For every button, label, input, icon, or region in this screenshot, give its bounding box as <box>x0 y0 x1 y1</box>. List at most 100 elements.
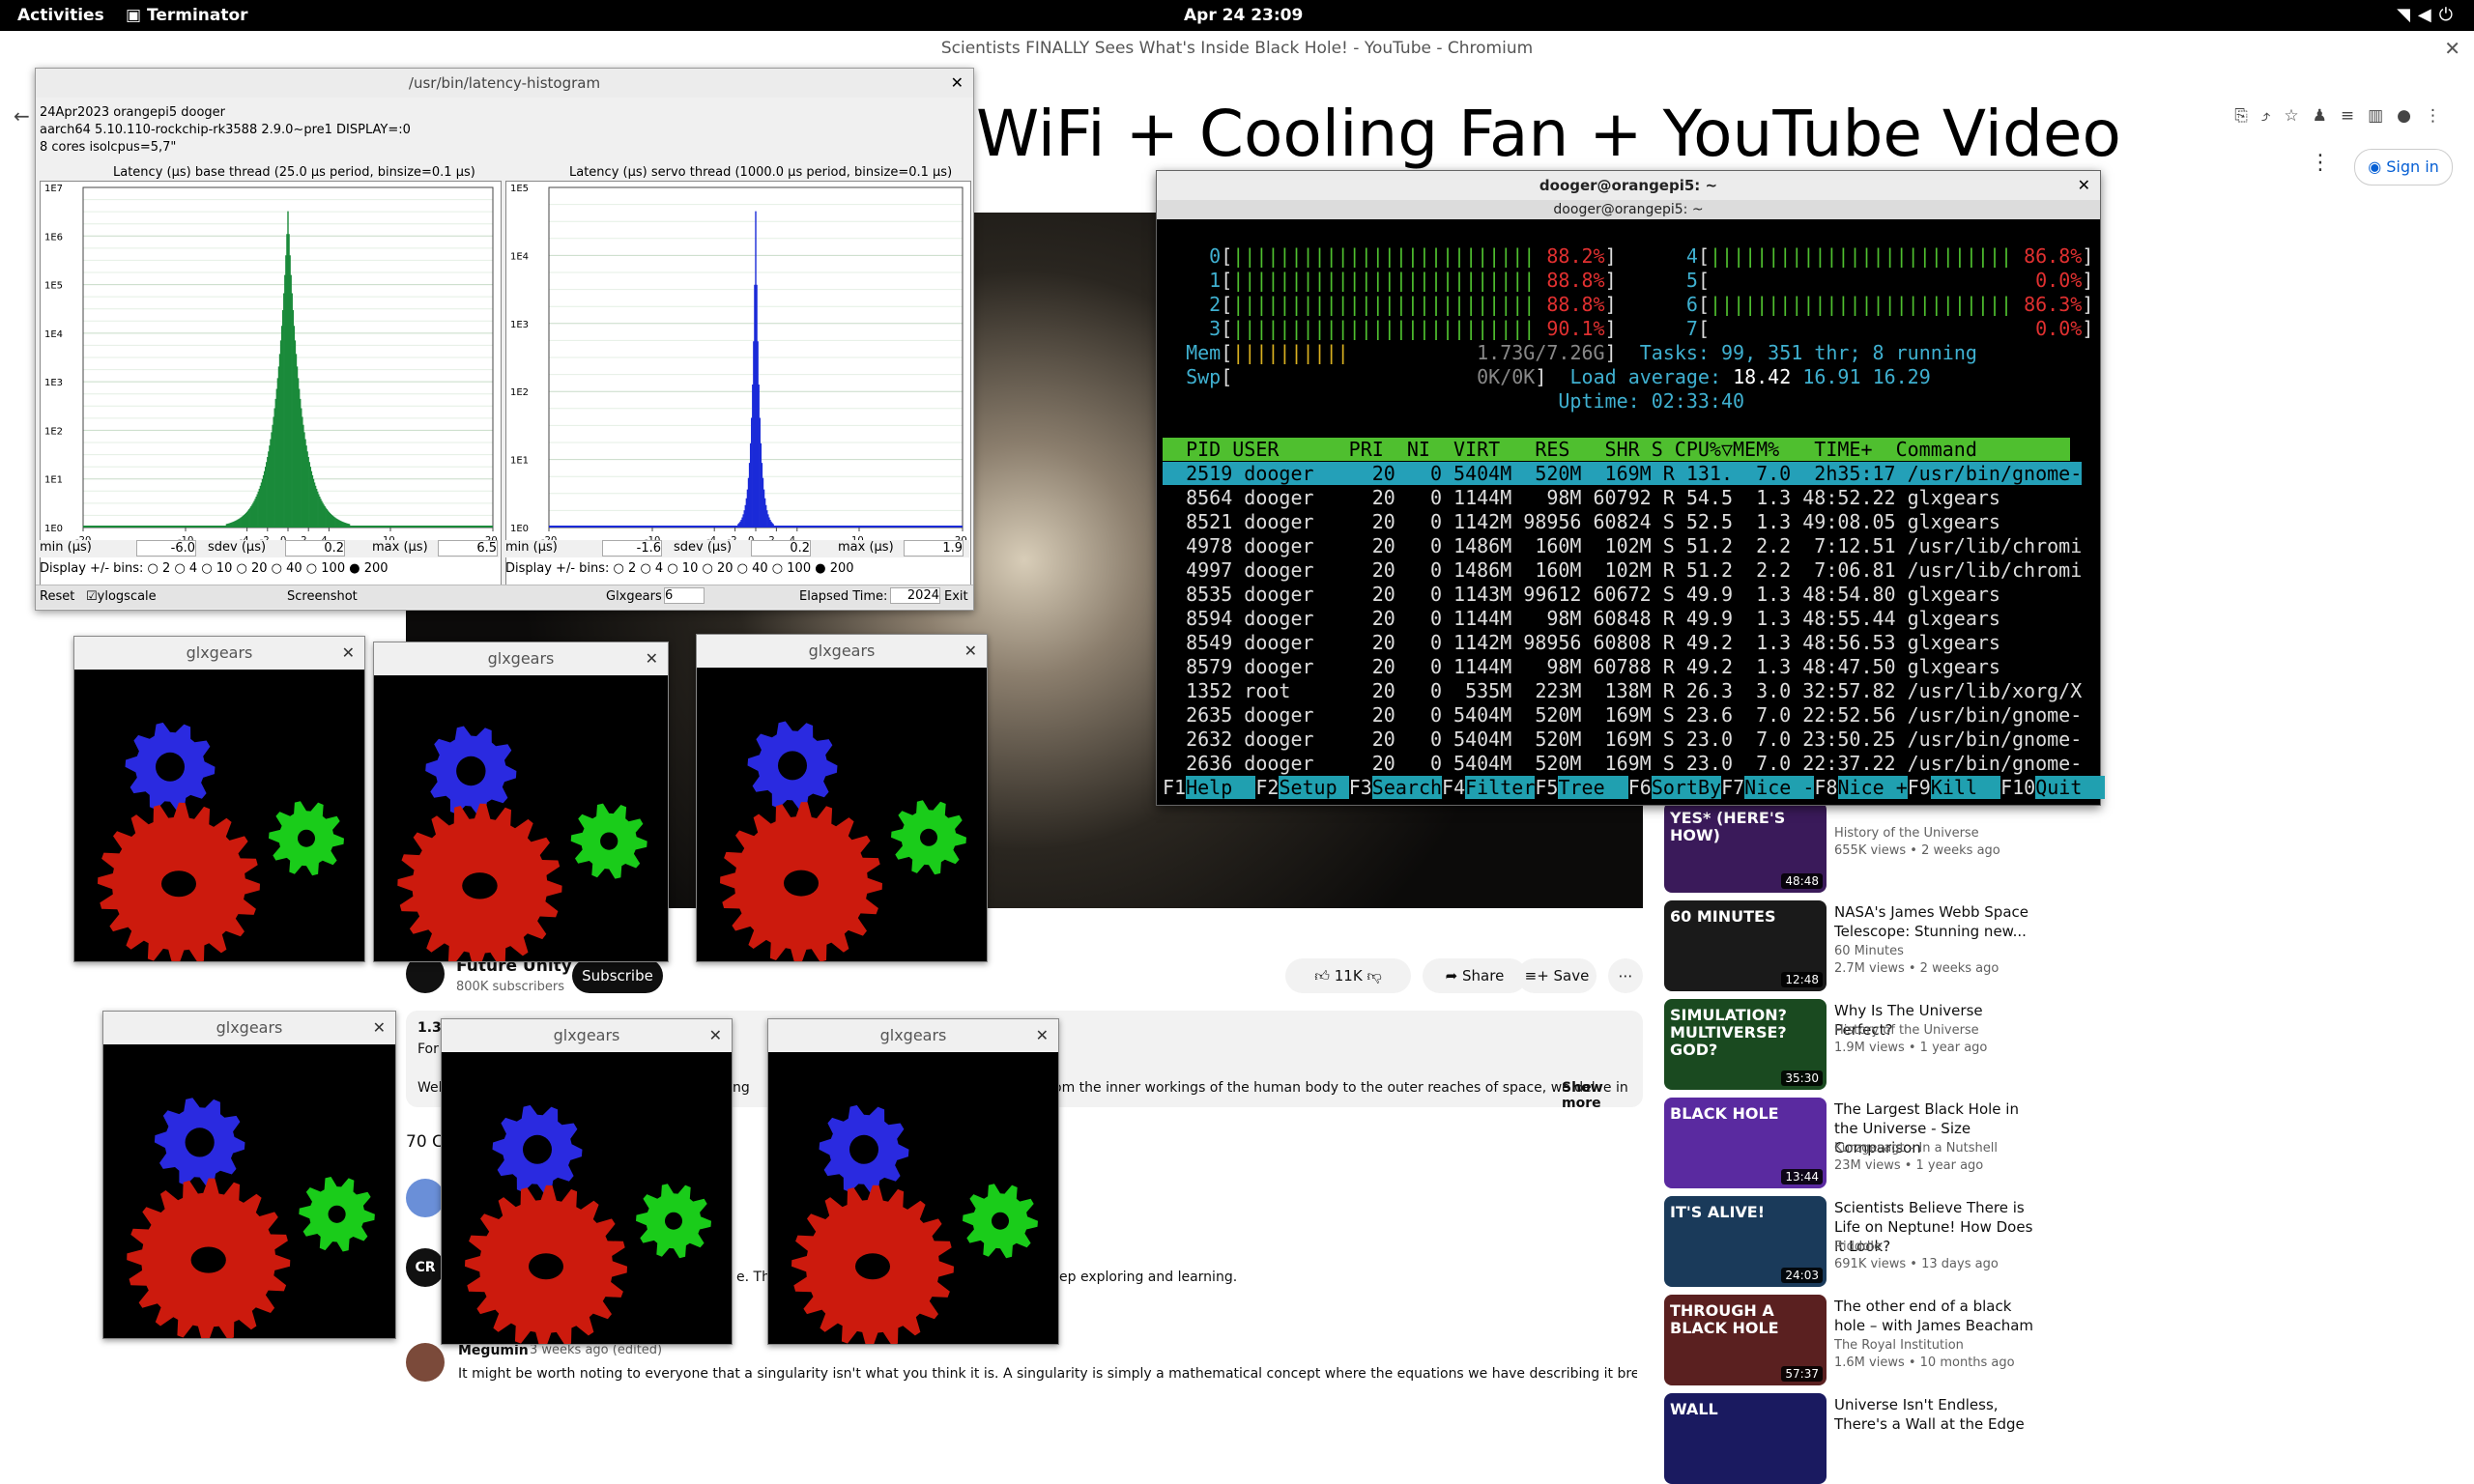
bins-radio-20[interactable]: ○ 20 <box>236 561 271 576</box>
rec-thumbnail[interactable]: BLACK HOLE 13:44 <box>1664 1098 1827 1188</box>
show-more-link[interactable]: Show more <box>1562 1080 1643 1111</box>
close-icon[interactable]: ✕ <box>951 69 964 98</box>
thumbs-down-icon[interactable]: 👎︎ <box>1366 967 1381 985</box>
bins-radio-10[interactable]: ○ 10 <box>201 561 236 576</box>
close-icon[interactable]: ✕ <box>2078 171 2090 200</box>
rec-thumbnail[interactable]: THROUGH A BLACK HOLE 57:37 <box>1664 1295 1827 1385</box>
gear-hole <box>161 870 196 898</box>
comment-time[interactable]: 3 weeks ago (edited) <box>530 1343 662 1357</box>
rec-channel[interactable]: History of the Universe <box>1834 1022 1979 1040</box>
close-icon[interactable]: ✕ <box>2444 31 2460 66</box>
menu-dots-icon[interactable]: ⋮ <box>2425 106 2455 126</box>
bins-radio-100[interactable]: ○ 100 <box>306 561 349 576</box>
fkey-F7[interactable]: F7 <box>1721 776 1744 799</box>
fkey-F10[interactable]: F10 <box>2000 776 2035 799</box>
screenshot-button[interactable]: Screenshot <box>287 589 358 604</box>
process-row-text: 4978 dooger 20 0 1486M 160M 102M S 51.2 … <box>1163 534 2083 557</box>
reset-button[interactable]: Reset <box>40 589 74 604</box>
toolbar-actions[interactable]: ⎘⤴☆♟≡▥●⋮ <box>2234 106 2455 126</box>
subscribe-button[interactable]: Subscribe <box>572 958 663 993</box>
fkey-F4[interactable]: F4 <box>1442 776 1465 799</box>
cast-icon[interactable]: ⎘ <box>2234 106 2261 126</box>
rec-title[interactable]: Universe Isn't Endless, There's a Wall a… <box>1834 1395 2037 1434</box>
bins-radio-20[interactable]: ○ 20 <box>702 561 736 576</box>
ylogscale-checkbox[interactable]: ☑ylogscale <box>86 589 157 604</box>
rec-thumbnail[interactable]: 60 MINUTES 12:48 <box>1664 900 1827 991</box>
htop-text: Load average: <box>1569 365 1734 388</box>
more-options-icon[interactable]: ⋮ <box>2310 151 2331 175</box>
rec-channel[interactable]: History of the Universe <box>1834 825 1979 842</box>
activities-button[interactable]: Activities <box>17 6 104 25</box>
comment-user[interactable]: Megumin <box>458 1343 529 1358</box>
bins-radio-100[interactable]: ○ 100 <box>772 561 815 576</box>
bookmark-star-icon[interactable]: ☆ <box>2284 106 2312 126</box>
bins-radio-200[interactable]: ● 200 <box>815 561 853 576</box>
extensions-icon[interactable]: ≡ <box>2341 106 2368 126</box>
comment-avatar[interactable]: CR <box>406 1248 445 1287</box>
bins-radio-40[interactable]: ○ 40 <box>737 561 772 576</box>
rec-thumbnail[interactable]: SIMULATION? MULTIVERSE? GOD? 35:30 <box>1664 999 1827 1090</box>
account-icon[interactable]: ● <box>2397 106 2425 126</box>
share-button[interactable]: ➦ Share <box>1423 958 1527 993</box>
comment-avatar[interactable] <box>406 1343 445 1382</box>
latency-histogram-window: /usr/bin/latency-histogram ✕ 24Apr2023 o… <box>35 68 974 611</box>
fkey-F5[interactable]: F5 <box>1535 776 1558 799</box>
gears-render[interactable] <box>74 670 364 961</box>
gears-render[interactable] <box>374 675 668 961</box>
exit-button[interactable]: Exit <box>944 589 968 604</box>
save-button[interactable]: ≡+ Save <box>1517 958 1597 993</box>
fkey-F9[interactable]: F9 <box>1908 776 1931 799</box>
bins-radio-2[interactable]: ○ 2 <box>148 561 175 576</box>
more-actions-button[interactable]: ⋯ <box>1608 958 1643 993</box>
rec-channel[interactable]: Kurzgesagt – In a Nutshell <box>1834 1140 1998 1157</box>
bins-radio-40[interactable]: ○ 40 <box>272 561 306 576</box>
rec-thumbnail[interactable]: IT'S ALIVE! 24:03 <box>1664 1196 1827 1287</box>
process-row-text: 4997 dooger 20 0 1486M 160M 102M R 51.2 … <box>1163 558 2083 582</box>
close-icon[interactable]: ✕ <box>373 1012 386 1044</box>
close-icon[interactable]: ✕ <box>342 637 355 670</box>
fkey-F6[interactable]: F6 <box>1628 776 1652 799</box>
bins-radio-200[interactable]: ● 200 <box>349 561 388 576</box>
profile-icon[interactable]: ♟ <box>2313 106 2341 126</box>
fkey-F8[interactable]: F8 <box>1814 776 1837 799</box>
gears-render[interactable] <box>697 668 987 961</box>
fkey-F1[interactable]: F1 <box>1163 776 1186 799</box>
rec-thumbnail[interactable]: WALL <box>1664 1393 1827 1484</box>
close-icon[interactable]: ✕ <box>964 635 977 668</box>
back-icon[interactable]: ← <box>14 104 30 128</box>
process-row: 8521 dooger 20 0 1142M 98956 60824 S 52.… <box>1163 510 2090 534</box>
sign-in-button[interactable]: ◉ Sign in <box>2354 149 2453 186</box>
bins-label: Display +/- bins: <box>40 561 148 576</box>
close-icon[interactable]: ✕ <box>1036 1019 1049 1052</box>
share-icon[interactable]: ⤴ <box>2261 106 2285 126</box>
bins-radio-10[interactable]: ○ 10 <box>667 561 702 576</box>
rec-channel[interactable]: 60 Minutes <box>1834 943 1904 960</box>
bins-radio-4[interactable]: ○ 4 <box>640 561 667 576</box>
htop-text: [ <box>1221 293 1233 316</box>
sidepanel-icon[interactable]: ▥ <box>2368 106 2397 126</box>
bins-radio-4[interactable]: ○ 4 <box>174 561 201 576</box>
rec-title[interactable]: NASA's James Webb Space Telescope: Stunn… <box>1834 902 2037 941</box>
gears-render[interactable] <box>442 1052 732 1344</box>
memory-row: Mem[|||||||||| 1.73G/7.26G] Tasks: 99, 3… <box>1163 341 2090 365</box>
system-tray[interactable]: ◥◀⏻ <box>2397 5 2460 25</box>
gears-render[interactable] <box>103 1044 395 1338</box>
htop-output[interactable]: 0[|||||||||||||||||||||||||| 88.2%] 4[||… <box>1163 244 2106 799</box>
rec-thumbnail[interactable]: YES* (HERE'S HOW) 48:48 <box>1664 802 1827 893</box>
fkey-F3[interactable]: F3 <box>1349 776 1372 799</box>
rec-title[interactable]: The other end of a black hole – with Jam… <box>1834 1297 2037 1335</box>
fkey-label: Nice - <box>1744 776 1815 799</box>
rec-channel[interactable]: Ridddle <box>1834 1239 1882 1256</box>
fkey-F2[interactable]: F2 <box>1255 776 1279 799</box>
close-icon[interactable]: ✕ <box>709 1019 722 1052</box>
like-button[interactable]: 👍︎ 11K 👎︎ <box>1285 958 1411 993</box>
rec-channel[interactable]: The Royal Institution <box>1834 1337 1964 1355</box>
app-menu-terminator[interactable]: ▣ Terminator <box>126 6 248 25</box>
clock[interactable]: Apr 24 23:09 <box>1184 6 1303 25</box>
close-icon[interactable]: ✕ <box>646 642 658 675</box>
volume-icon: ◀ <box>2417 5 2439 25</box>
bins-radio-2[interactable]: ○ 2 <box>614 561 641 576</box>
base-bins-selector[interactable]: Display +/- bins: ○ 2 ○ 4 ○ 10 ○ 20 ○ 40… <box>40 561 388 576</box>
gears-render[interactable] <box>768 1052 1058 1344</box>
servo-bins-selector[interactable]: Display +/- bins: ○ 2 ○ 4 ○ 10 ○ 20 ○ 40… <box>505 561 854 576</box>
